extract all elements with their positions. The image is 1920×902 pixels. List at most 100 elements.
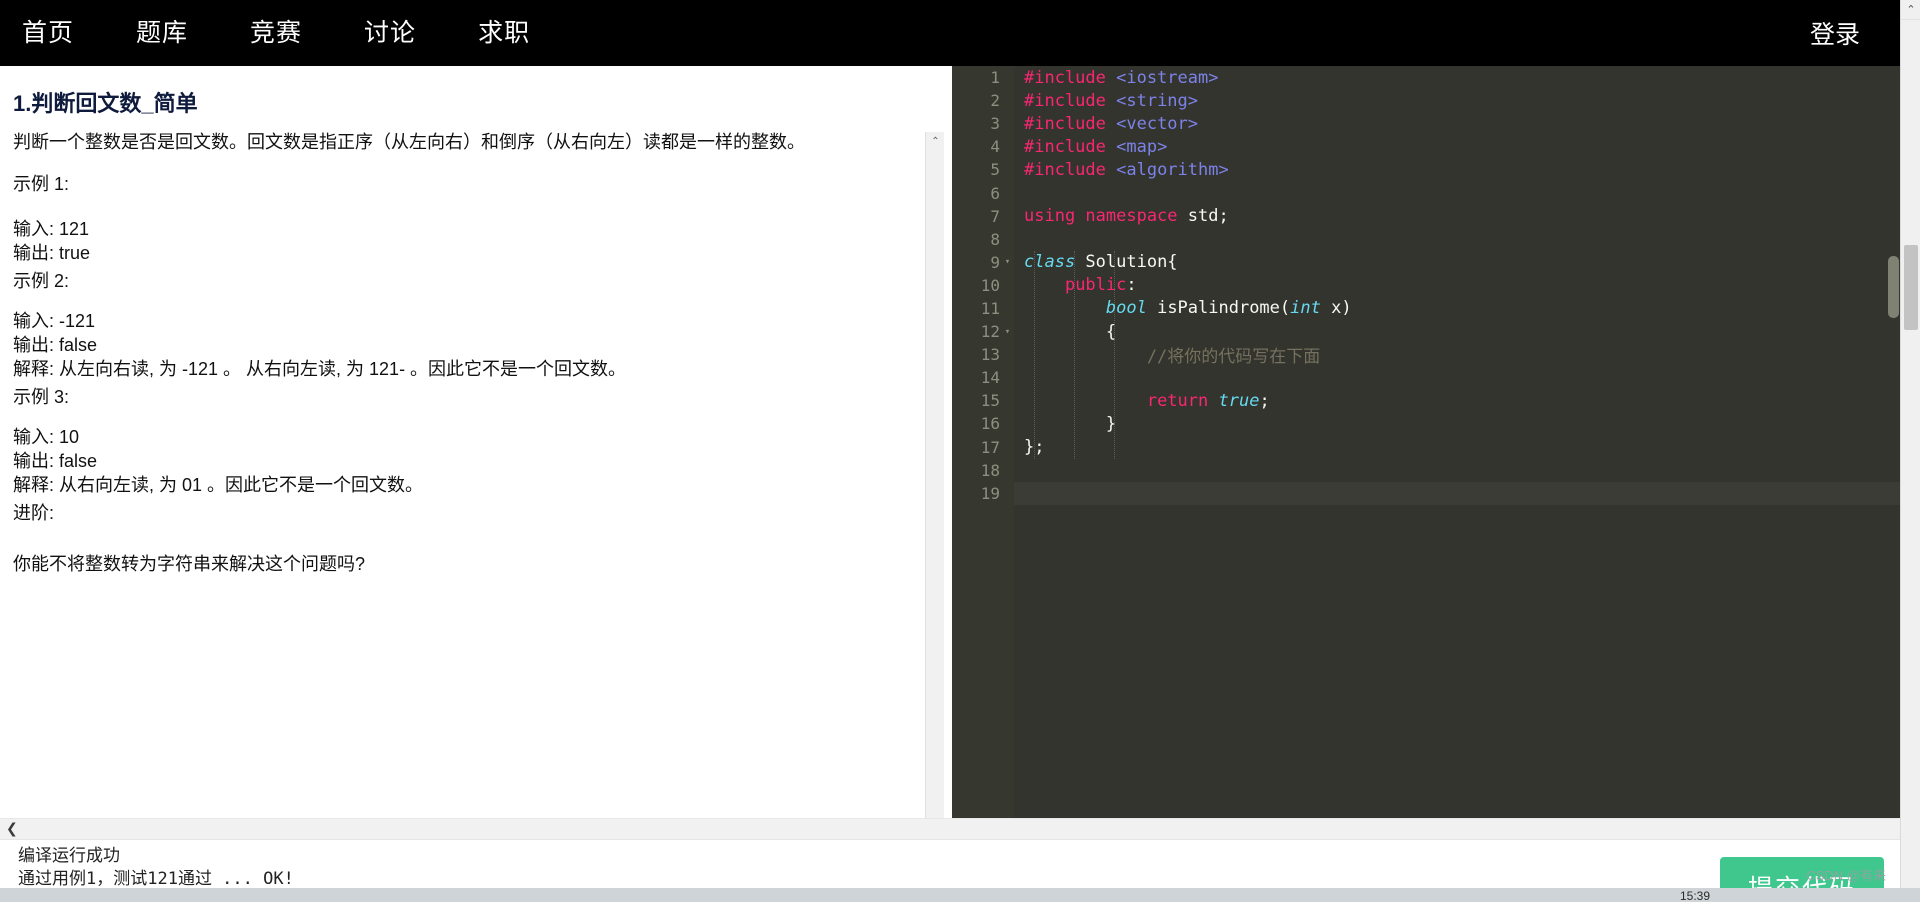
code-line-text: #include <iostream> <box>1024 68 1218 88</box>
code-token: <algorithm> <box>1116 159 1229 180</box>
code-line-text: #include <algorithm> <box>1024 160 1229 180</box>
result-line: 通过用例1，测试121通过 ... OK! <box>18 868 294 889</box>
code-line[interactable]: 10 public: <box>981 274 1900 297</box>
example-2-input: 输入: -121 <box>13 311 96 332</box>
line-number: 10 <box>980 275 1000 295</box>
code-token: //将你的代码写在下面 <box>1024 347 1321 368</box>
code-line[interactable]: 2 #include <string> <box>990 89 1900 112</box>
code-token: #include <box>1024 90 1117 111</box>
code-line[interactable]: 5 #include <algorithm> <box>990 158 1900 181</box>
code-token: #include <box>1024 159 1117 180</box>
advanced-heading: 进阶: <box>13 502 55 523</box>
fold-toggle-icon[interactable]: ▾ <box>1003 327 1012 337</box>
code-line-text: bool isPalindrome(int x) <box>1024 298 1352 318</box>
code-line[interactable]: 9 ▾ class Solution{ <box>990 251 1900 274</box>
page-root: 首页 题库 竞赛 讨论 求职 登录 1.判断回文数_简单 判断一个整数是否是回文… <box>0 0 1920 902</box>
taskbar-clock: 15:39 <box>1679 889 1710 902</box>
code-token: std; <box>1187 206 1229 227</box>
example-1-input: 输入: 121 <box>13 219 90 240</box>
code-token: int <box>1290 298 1321 319</box>
code-line[interactable]: 15 return true; <box>981 389 1900 412</box>
code-line-text: using namespace std; <box>1024 206 1229 226</box>
editor-code-area[interactable]: 1 #include <iostream> 2 #include <string> 3 #… <box>981 66 1900 818</box>
fold-toggle-icon[interactable]: ▾ <box>1003 257 1012 267</box>
example-1-body: 输入: 121 输出: true <box>13 218 910 266</box>
top-navigation-bar: 首页 题库 竞赛 讨论 求职 登录 <box>0 0 1920 66</box>
page-vertical-scrollbar[interactable]: ⌃ <box>1900 0 1920 902</box>
example-3-body: 输入: 10 输出: false 解释: 从右向左读, 为 01 。因此它不是一… <box>13 426 910 498</box>
example-3-output: 输出: false <box>13 451 98 472</box>
code-token: public <box>1064 275 1127 296</box>
nav-item-home[interactable]: 首页 <box>22 0 74 66</box>
scroll-up-icon[interactable]: ⌃ <box>926 132 944 151</box>
code-line-text: return true; <box>1024 391 1270 411</box>
nav-item-contest[interactable]: 竞赛 <box>250 0 302 66</box>
code-line[interactable]: 3 #include <vector> <box>990 112 1900 135</box>
line-number: 8 <box>990 229 1000 249</box>
page-title: 1.判断回文数_简单 <box>13 91 198 116</box>
code-token: #include <box>1024 67 1117 88</box>
line-number: 7 <box>990 206 1000 226</box>
code-line[interactable]: 18 <box>981 459 1900 482</box>
example-1-output: 输出: true <box>13 243 91 264</box>
code-line[interactable]: 6 <box>990 181 1900 204</box>
code-token: <vector> <box>1116 113 1199 134</box>
code-line[interactable]: 11 bool isPalindrome(int x) <box>981 297 1900 320</box>
code-line[interactable]: 13 //将你的代码写在下面 <box>981 343 1900 368</box>
line-number: 2 <box>990 91 1000 111</box>
code-line[interactable]: 7 using namespace std; <box>990 205 1900 228</box>
collapse-icon[interactable]: ❮ <box>6 820 18 837</box>
line-number: 15 <box>980 391 1000 411</box>
nav-items: 首页 题库 竞赛 讨论 求职 <box>0 0 530 66</box>
code-token: <string> <box>1116 90 1199 111</box>
code-line[interactable]: 4 #include <map> <box>990 135 1900 158</box>
code-token: #include <box>1024 113 1117 134</box>
code-line[interactable]: 14 <box>981 366 1900 389</box>
nav-item-discuss[interactable]: 讨论 <box>364 0 416 66</box>
code-token: { <box>1024 321 1117 342</box>
code-line-text: class Solution{ <box>1024 252 1178 272</box>
code-line[interactable]: 12 ▾ { <box>981 320 1900 343</box>
code-token: : <box>1126 275 1137 296</box>
example-2-explain: 解释: 从左向右读, 为 -121 。 从右向左读, 为 121- 。因此它不是… <box>13 359 627 380</box>
example-2-body: 输入: -121 输出: false 解释: 从左向右读, 为 -121 。 从… <box>13 310 910 382</box>
result-line: 编译运行成功 <box>18 846 120 866</box>
code-editor[interactable]: 1 #include <iostream> 2 #include <string> 3 #… <box>952 66 1900 818</box>
code-line-text: { <box>1024 322 1116 342</box>
line-number: 12 <box>980 322 1000 342</box>
page-scroll-thumb[interactable] <box>1904 245 1918 330</box>
code-line[interactable]: 1 #include <iostream> <box>990 66 1900 89</box>
example-1-heading: 示例 1: <box>13 174 70 195</box>
nav-item-problems[interactable]: 题库 <box>136 0 188 66</box>
code-token: isPalindrome( <box>1146 298 1291 319</box>
code-token: x) <box>1320 298 1352 319</box>
login-button[interactable]: 登录 <box>1810 15 1860 51</box>
code-line[interactable]: 8 <box>990 228 1900 251</box>
line-number: 4 <box>990 137 1000 157</box>
line-number: 18 <box>980 460 1000 480</box>
problem-vertical-scrollbar[interactable]: ⌃ ⌄ <box>925 132 944 818</box>
code-line[interactable]: 19 <box>981 481 1900 505</box>
editor-scroll-thumb[interactable] <box>1888 256 1899 318</box>
code-token: class <box>1024 252 1086 273</box>
nav-right-area: 登录 <box>1810 0 1860 66</box>
code-token: Solution{ <box>1085 252 1178 273</box>
code-token: return <box>1146 390 1219 411</box>
code-line-text: public: <box>1024 275 1137 295</box>
code-line[interactable]: 17}; <box>981 436 1900 459</box>
code-token: <iostream> <box>1116 67 1219 88</box>
code-line[interactable]: 16 } <box>981 412 1900 435</box>
line-number: 14 <box>980 368 1000 388</box>
page-scroll-up-icon[interactable]: ⌃ <box>1901 0 1920 20</box>
result-collapse-bar[interactable]: ❮ <box>0 819 1900 840</box>
nav-item-jobs[interactable]: 求职 <box>478 0 530 66</box>
code-line-text: } <box>1024 414 1116 434</box>
line-number: 16 <box>980 414 1000 434</box>
code-token: bool <box>1105 298 1147 319</box>
editor-vertical-scrollbar[interactable] <box>1886 66 1900 818</box>
line-number: 3 <box>990 114 1000 134</box>
code-token: ; <box>1259 390 1270 411</box>
